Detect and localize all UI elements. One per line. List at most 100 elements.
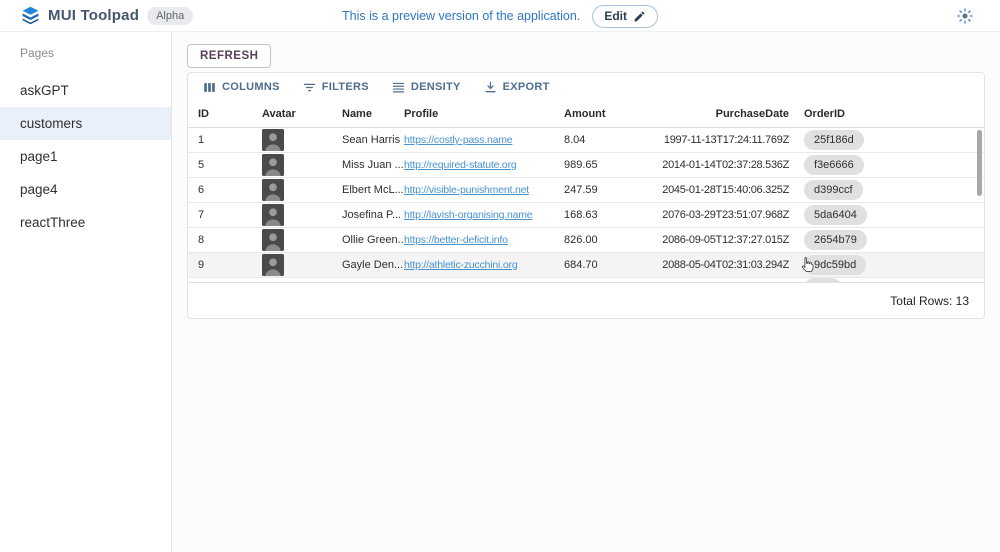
filter-list-icon <box>302 80 317 95</box>
column-header-id[interactable]: ID <box>198 108 262 120</box>
cell-name: Ollie Green... <box>342 234 404 246</box>
grid-rows-viewport: 1 Sean Harris <box>188 128 984 282</box>
sidebar-item[interactable]: customers <box>0 107 171 140</box>
pencil-icon <box>633 10 646 23</box>
cell-avatar <box>262 254 342 276</box>
cell-amount: 247.59 <box>564 184 642 196</box>
density-icon <box>391 80 406 95</box>
table-row[interactable]: 6 Elbert McL... <box>188 178 984 203</box>
cell-profile: http://athletic-zucchini.org <box>404 259 564 271</box>
cell-orderid: 25f186d <box>804 130 984 150</box>
sidebar-item[interactable]: page4 <box>0 173 171 206</box>
orderid-chip[interactable]: 2654b79 <box>804 230 867 250</box>
topbar: MUI Toolpad Alpha This is a preview vers… <box>0 0 1000 32</box>
cell-purchasedate: 1997-11-13T17:24:11.769Z <box>664 134 804 146</box>
sidebar-items: askGPT customers page1 page4 reactThree <box>0 74 171 239</box>
cell-amount: 684.70 <box>564 259 642 271</box>
cell-id: 1 <box>198 134 262 146</box>
column-header-avatar[interactable]: Avatar <box>262 108 342 120</box>
sidebar-item-label: page4 <box>20 182 58 197</box>
cell-purchasedate: 2076-03-29T23:51:07.968Z <box>662 209 804 221</box>
sidebar-item-label: askGPT <box>20 83 69 98</box>
column-header-purchasedate[interactable]: PurchaseDate <box>716 108 804 120</box>
cell-id: 6 <box>198 184 262 196</box>
cell-amount: 8.04 <box>564 134 642 146</box>
cell-orderid: 9dc59bd <box>804 255 984 275</box>
edit-button[interactable]: Edit <box>592 5 658 28</box>
column-header-amount[interactable]: Amount <box>564 108 642 120</box>
cell-name: Josefina P... <box>342 209 404 221</box>
table-row[interactable]: 5 Miss Juan ... <box>188 153 984 178</box>
cell-profile: http://lavish-organising.name <box>404 209 564 221</box>
orderid-chip[interactable]: 5da6404 <box>804 205 867 225</box>
cell-profile: https://better-deficit.info <box>404 234 564 246</box>
table-row[interactable]: 8 Ollie Green... <box>188 228 984 253</box>
grid-footer: Total Rows: 13 <box>188 282 984 318</box>
cell-orderid: f3e6666 <box>804 155 984 175</box>
column-header-name[interactable]: Name <box>342 108 404 120</box>
orderid-chip[interactable]: 9dc59bd <box>804 255 866 275</box>
cell-purchasedate: 2088-05-04T02:31:03.294Z <box>662 259 804 271</box>
theme-toggle-button[interactable] <box>954 5 976 27</box>
orderid-chip[interactable]: f3e6666 <box>804 155 864 175</box>
columns-button-label: COLUMNS <box>222 81 280 93</box>
cell-avatar <box>262 229 342 251</box>
table-row[interactable]: 9 Gayle Den... <box>188 253 984 278</box>
partial-next-row <box>188 278 984 282</box>
cell-profile: http://visible-punishment.net <box>404 184 564 196</box>
cell-id: 8 <box>198 234 262 246</box>
download-icon <box>483 80 498 95</box>
cell-amount: 826.00 <box>564 234 642 246</box>
sidebar-item-label: customers <box>20 116 82 131</box>
toolpad-logo-icon <box>21 6 40 25</box>
data-grid: COLUMNS FILTERS <box>187 72 985 319</box>
table-row[interactable]: 1 Sean Harris <box>188 128 984 153</box>
grid-rows: 1 Sean Harris <box>188 128 984 278</box>
sidebar-section-label: Pages <box>20 40 171 60</box>
cell-purchasedate: 2086-09-05T12:37:27.015Z <box>662 234 804 246</box>
cell-id: 5 <box>198 159 262 171</box>
sidebar-item-label: page1 <box>20 149 58 164</box>
profile-link[interactable]: https://costly-pass.name <box>404 134 512 146</box>
sidebar-item-label: reactThree <box>20 215 85 230</box>
export-button[interactable]: EXPORT <box>475 76 558 98</box>
sidebar-item[interactable]: reactThree <box>0 206 171 239</box>
table-row[interactable]: 7 Josefina P... <box>188 203 984 228</box>
sun-icon <box>956 7 974 25</box>
avatar <box>262 129 284 151</box>
orderid-chip-partial <box>804 278 842 282</box>
view-column-icon <box>202 80 217 95</box>
sidebar: Pages askGPT customers page1 page4 react… <box>0 32 172 552</box>
orderid-chip[interactable]: d399ccf <box>804 180 863 200</box>
columns-button[interactable]: COLUMNS <box>194 76 288 98</box>
cell-avatar <box>262 129 342 151</box>
sidebar-item[interactable]: askGPT <box>0 74 171 107</box>
sidebar-item[interactable]: page1 <box>0 140 171 173</box>
cell-orderid: 5da6404 <box>804 205 984 225</box>
cell-id: 7 <box>198 209 262 221</box>
profile-link[interactable]: http://visible-punishment.net <box>404 184 529 196</box>
cell-name: Sean Harris <box>342 134 404 146</box>
profile-link[interactable]: http://athletic-zucchini.org <box>404 259 517 271</box>
column-header-orderid[interactable]: OrderID <box>804 108 984 120</box>
cell-amount: 989.65 <box>564 159 642 171</box>
profile-link[interactable]: https://better-deficit.info <box>404 234 508 246</box>
column-header-profile[interactable]: Profile <box>404 108 564 120</box>
refresh-button[interactable]: REFRESH <box>187 44 271 68</box>
vertical-scrollbar-thumb[interactable] <box>977 130 982 196</box>
edit-button-label: Edit <box>604 9 627 23</box>
filters-button-label: FILTERS <box>322 81 369 93</box>
cell-purchasedate: 2014-01-14T02:37:28.536Z <box>662 159 804 171</box>
cell-name: Elbert McL... <box>342 184 404 196</box>
cell-name: Miss Juan ... <box>342 159 404 171</box>
density-button[interactable]: DENSITY <box>383 76 469 98</box>
density-button-label: DENSITY <box>411 81 461 93</box>
cell-purchasedate: 2045-01-28T15:40:06.325Z <box>662 184 804 196</box>
filters-button[interactable]: FILTERS <box>294 76 377 98</box>
profile-link[interactable]: http://lavish-organising.name <box>404 209 532 221</box>
profile-link[interactable]: http://required-statute.org <box>404 159 517 171</box>
cell-avatar <box>262 154 342 176</box>
cell-profile: https://costly-pass.name <box>404 134 564 146</box>
orderid-chip[interactable]: 25f186d <box>804 130 864 150</box>
avatar <box>262 229 284 251</box>
